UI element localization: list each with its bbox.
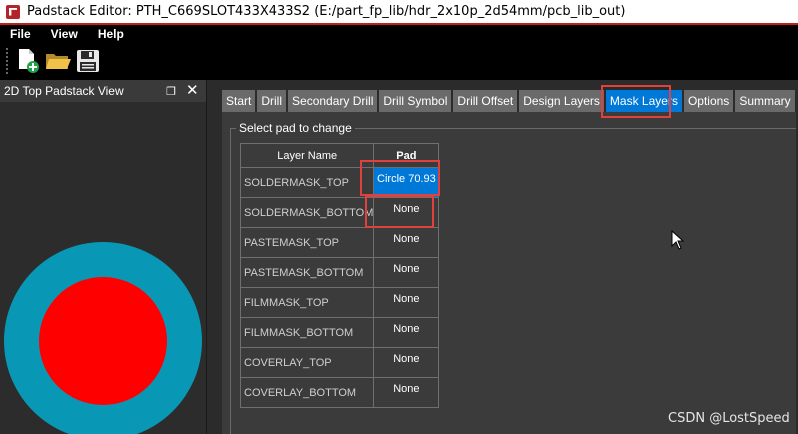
save-button[interactable]: [73, 46, 103, 76]
save-icon: [77, 50, 99, 72]
tab-design-layers[interactable]: Design Layers: [519, 90, 604, 112]
padstack-view-panel: 2D Top Padstack View ❐ ✕: [0, 80, 207, 434]
open-folder-button[interactable]: [43, 46, 73, 76]
open-folder-icon: [46, 54, 71, 69]
padstack-canvas[interactable]: [0, 102, 206, 434]
close-icon[interactable]: ✕: [186, 83, 200, 98]
table-row[interactable]: COVERLAY_BOTTOM None: [239, 377, 440, 408]
tab-drill-symbol[interactable]: Drill Symbol: [379, 90, 452, 112]
tab-secondary-drill[interactable]: Secondary Drill: [288, 90, 378, 112]
tab-options[interactable]: Options: [683, 90, 734, 112]
menu-bar: File View Help: [0, 25, 798, 42]
window-title: Padstack Editor: PTH_C669SLOT433X433S2 (…: [27, 4, 626, 19]
layer-name-cell: COVERLAY_TOP: [239, 347, 375, 378]
tab-drill[interactable]: Drill: [257, 90, 287, 112]
title-bar: Padstack Editor: PTH_C669SLOT433X433S2 (…: [0, 0, 798, 23]
table-row[interactable]: FILMMASK_BOTTOM None: [239, 317, 440, 348]
pad-inner-circle: [39, 277, 167, 405]
menu-file[interactable]: File: [0, 27, 41, 41]
pad-cell[interactable]: None: [373, 377, 440, 408]
group-label: Select pad to change: [236, 121, 355, 135]
layer-name-cell: SOLDERMASK_BOTTOM: [239, 197, 375, 228]
watermark: CSDN @LostSpeed: [668, 411, 790, 426]
table-row[interactable]: PASTEMASK_BOTTOM None: [239, 257, 440, 288]
restore-icon[interactable]: ❐: [166, 85, 180, 98]
new-file-icon: [19, 49, 39, 73]
layer-name-cell: FILMMASK_BOTTOM: [239, 317, 375, 348]
pad-cell[interactable]: None: [373, 317, 440, 348]
pad-cell[interactable]: None: [373, 347, 440, 378]
pad-cell[interactable]: None: [373, 227, 440, 258]
tab-drill-offset[interactable]: Drill Offset: [453, 90, 518, 112]
panel-title: 2D Top Padstack View: [4, 84, 124, 98]
table-row[interactable]: COVERLAY_TOP None: [239, 347, 440, 378]
new-file-button[interactable]: [13, 46, 43, 76]
layer-name-cell: PASTEMASK_BOTTOM: [239, 257, 375, 288]
menu-view[interactable]: View: [41, 27, 88, 41]
table-row[interactable]: FILMMASK_TOP None: [239, 287, 440, 318]
panel-header: 2D Top Padstack View ❐ ✕: [0, 80, 206, 102]
pad-cell[interactable]: None: [373, 287, 440, 318]
menu-help[interactable]: Help: [88, 27, 134, 41]
tab-start[interactable]: Start: [222, 90, 256, 112]
toolbar: [0, 42, 798, 80]
layer-name-cell: FILMMASK_TOP: [239, 287, 375, 318]
app-logo-icon: [6, 4, 20, 19]
pad-cell-highlight: [360, 160, 440, 196]
table-row[interactable]: PASTEMASK_TOP None: [239, 227, 440, 258]
tab-summary[interactable]: Summary: [735, 90, 795, 112]
layer-name-cell: COVERLAY_BOTTOM: [239, 377, 375, 408]
tab-bar: Start Drill Secondary Drill Drill Symbol…: [222, 90, 797, 112]
column-header-layer-name: Layer Name: [239, 143, 375, 168]
mask-layers-tab-highlight: [601, 85, 671, 118]
mouse-cursor-icon: [671, 230, 685, 250]
pad-cell-highlight: [365, 195, 434, 228]
layer-name-cell: PASTEMASK_TOP: [239, 227, 375, 258]
toolbar-grip[interactable]: [6, 48, 9, 74]
layer-name-cell: SOLDERMASK_TOP: [239, 167, 375, 198]
pad-cell[interactable]: None: [373, 257, 440, 288]
